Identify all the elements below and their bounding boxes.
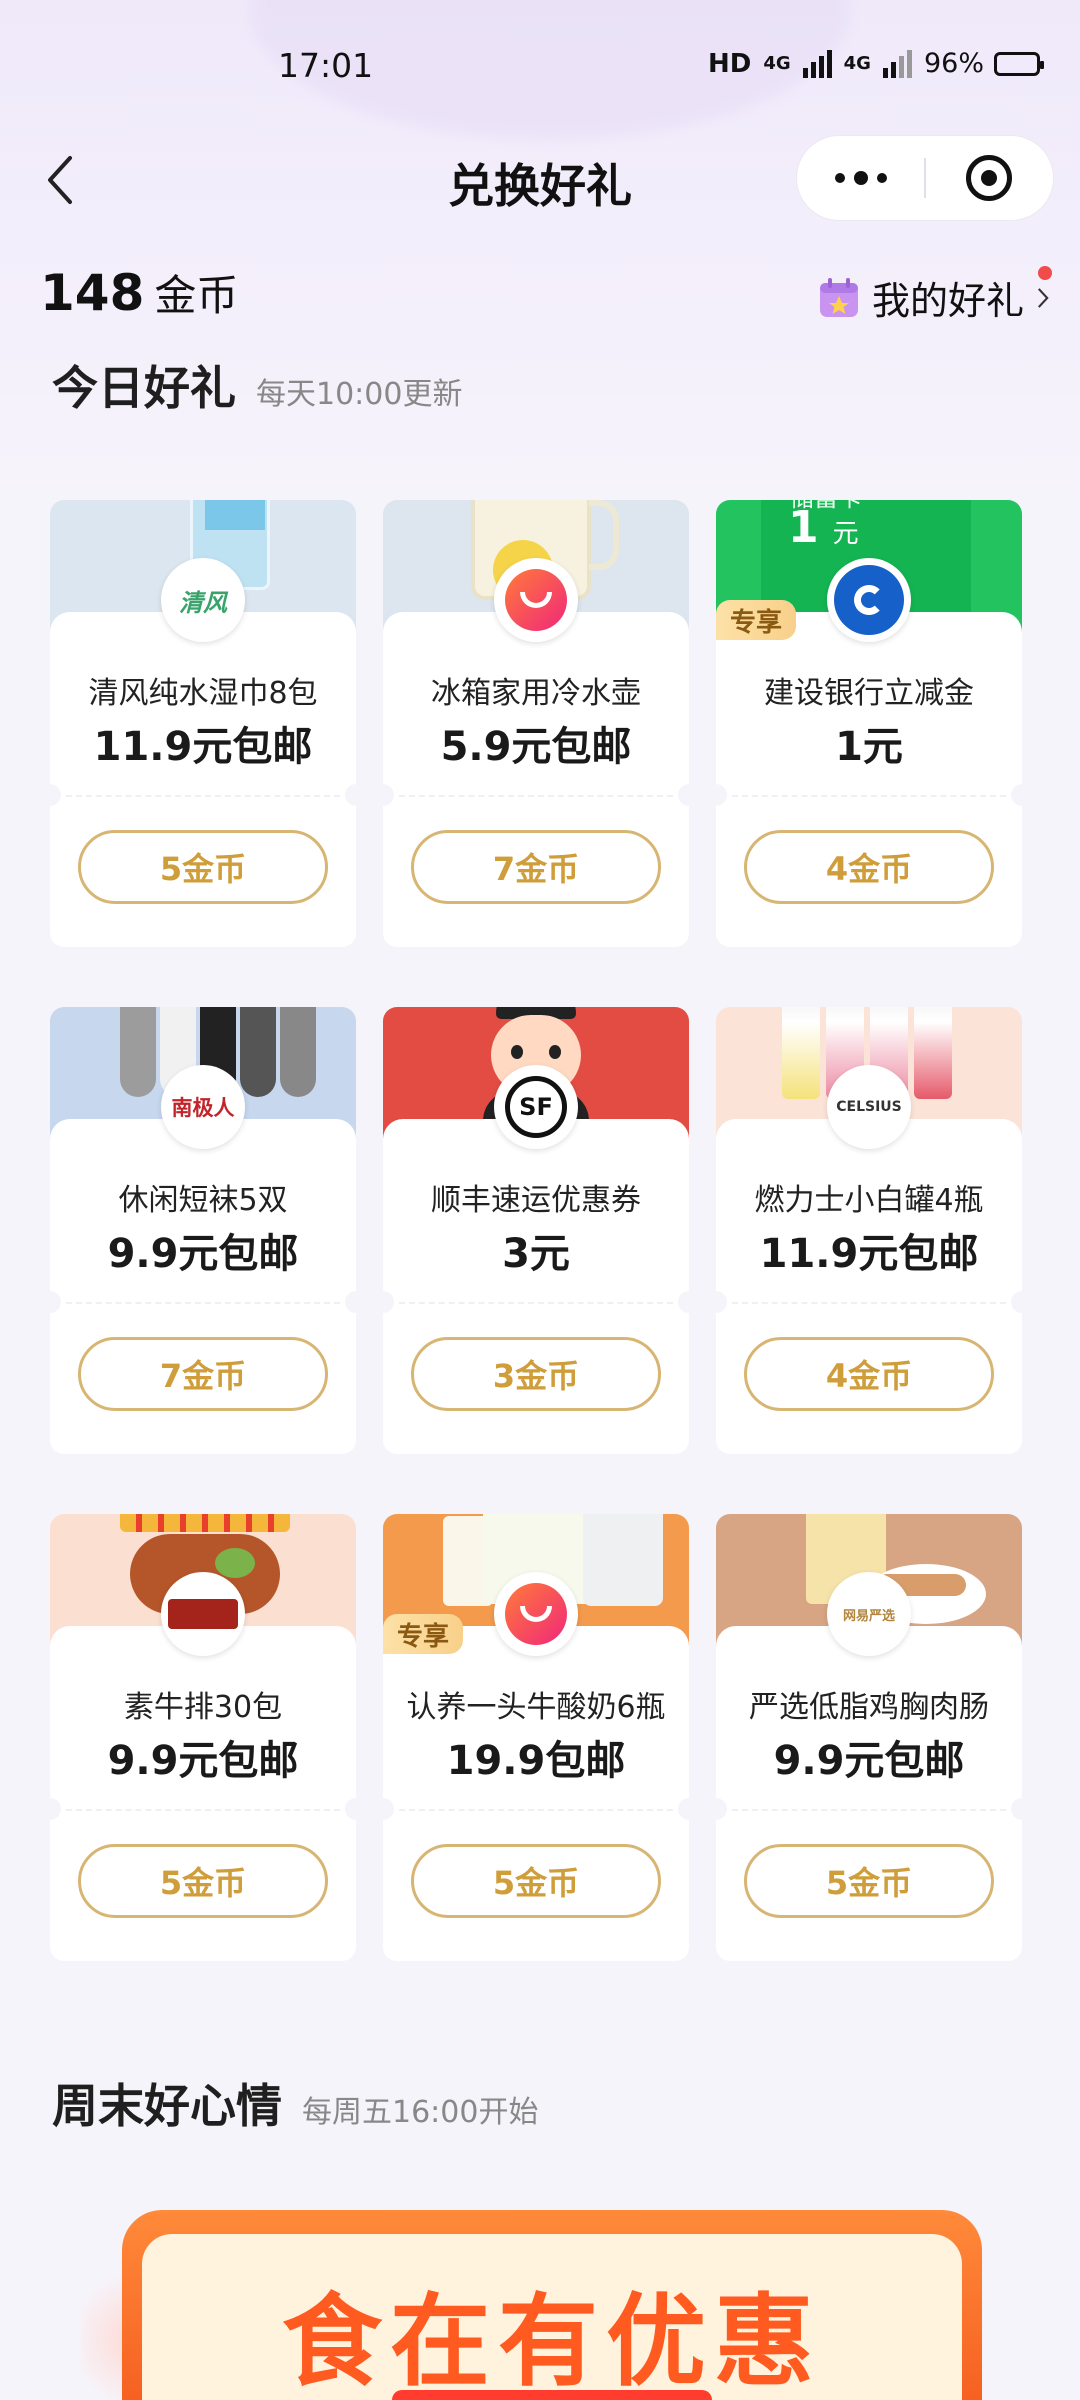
gift-price: 11.9元包邮 bbox=[759, 1231, 979, 1277]
card-divider bbox=[732, 1302, 1006, 1304]
sf-logo: SF bbox=[494, 1065, 578, 1149]
redeem-button[interactable]: 5金币 bbox=[78, 830, 328, 904]
gift-price: 5.9元包邮 bbox=[440, 724, 632, 770]
card-unit: 元 bbox=[832, 519, 859, 549]
gift-price: 11.9元包邮 bbox=[93, 724, 313, 770]
chevron-right-icon bbox=[1038, 287, 1049, 308]
coin-count: 148 bbox=[40, 264, 145, 322]
coin-balance: 148 金币 bbox=[40, 262, 238, 323]
battery-indicator: 96% bbox=[923, 48, 1044, 79]
gift-card[interactable]: 南极人 休闲短袜5双 9.9元包邮 7金币 bbox=[50, 1007, 356, 1454]
gift-grid: 清风 清风纯水湿巾8包 11.9元包邮 5金币 冰箱家用冷水壶 5.9元包邮 7… bbox=[50, 500, 1025, 1961]
card-divider bbox=[66, 1809, 340, 1811]
gift-card[interactable]: 素牛排30包 9.9元包邮 5金币 bbox=[50, 1514, 356, 1961]
gift-price: 9.9元包邮 bbox=[107, 1738, 299, 1784]
status-time: 17:01 bbox=[278, 46, 374, 85]
coin-unit: 金币 bbox=[154, 271, 239, 320]
card-divider bbox=[399, 1809, 673, 1811]
miniapp-capsule bbox=[796, 135, 1054, 221]
exclusive-tag: 专享 bbox=[716, 600, 797, 640]
weekend-promo-banner[interactable]: 食在有优惠 bbox=[122, 2210, 982, 2400]
gift-card[interactable]: 储蓄卡 1 元 专享 建设银行立减金 1元 4金币 bbox=[716, 500, 1022, 947]
card-divider bbox=[399, 795, 673, 797]
battery-percent: 96% bbox=[923, 48, 984, 79]
redeem-button[interactable]: 4金币 bbox=[744, 1337, 994, 1411]
gift-price: 9.9元包邮 bbox=[107, 1231, 299, 1277]
status-indicators: HD 4G 4G 96% bbox=[708, 48, 1044, 79]
gift-price: 9.9元包邮 bbox=[773, 1738, 965, 1784]
redeem-button[interactable]: 7金币 bbox=[78, 1337, 328, 1411]
weekend-section-header: 周末好心情 每周五16:00开始 bbox=[52, 2070, 538, 2136]
banner-headline: 食在有优惠 bbox=[282, 2283, 822, 2400]
taote-logo bbox=[494, 558, 578, 642]
card-divider bbox=[66, 795, 340, 797]
network-4g-label-2: 4G bbox=[843, 53, 871, 74]
redeem-button[interactable]: 7金币 bbox=[411, 830, 661, 904]
card-divider bbox=[732, 1809, 1006, 1811]
gift-price: 1元 bbox=[835, 724, 903, 770]
gift-name: 清风纯水湿巾8包 bbox=[88, 676, 318, 711]
redeem-button[interactable]: 5金币 bbox=[411, 1844, 661, 1918]
gift-name: 认养一头牛酸奶6瓶 bbox=[406, 1690, 666, 1725]
card-divider bbox=[399, 1302, 673, 1304]
redeem-button[interactable]: 3金币 bbox=[411, 1337, 661, 1411]
card-divider bbox=[732, 795, 1006, 797]
taote-logo bbox=[494, 1572, 578, 1656]
redeem-button[interactable]: 4金币 bbox=[744, 830, 994, 904]
my-gifts-label: 我的好礼 bbox=[871, 279, 1024, 323]
gift-card[interactable]: 专享 认养一头牛酸奶6瓶 19.9包邮 5金币 bbox=[383, 1514, 689, 1961]
today-section-header: 今日好礼 每天10:00更新 bbox=[52, 352, 462, 418]
signal-icon-2 bbox=[882, 49, 912, 78]
ccb-logo bbox=[827, 558, 911, 642]
today-title: 今日好礼 bbox=[52, 361, 236, 415]
nanjiren-logo: 南极人 bbox=[161, 1065, 245, 1149]
notification-dot bbox=[1038, 266, 1052, 280]
gift-price: 19.9包邮 bbox=[446, 1738, 626, 1784]
gift-name: 燃力士小白罐4瓶 bbox=[754, 1183, 984, 1218]
gift-name: 素牛排30包 bbox=[123, 1690, 283, 1725]
gift-card[interactable]: 网易严选 严选低脂鸡胸肉肠 9.9元包邮 5金币 bbox=[716, 1514, 1022, 1961]
weekend-subtitle: 每周五16:00开始 bbox=[302, 2095, 539, 2130]
hd-indicator: HD bbox=[708, 48, 752, 79]
exclusive-tag: 专享 bbox=[383, 1614, 464, 1654]
gift-card[interactable]: 清风 清风纯水湿巾8包 11.9元包邮 5金币 bbox=[50, 500, 356, 947]
network-4g-label: 4G bbox=[763, 53, 791, 74]
close-miniapp-icon[interactable] bbox=[926, 155, 1053, 201]
gift-name: 休闲短袜5双 bbox=[118, 1183, 288, 1218]
gift-card[interactable]: 冰箱家用冷水壶 5.9元包邮 7金币 bbox=[383, 500, 689, 947]
gift-name: 顺丰速运优惠券 bbox=[431, 1183, 641, 1218]
steak-brand-logo bbox=[161, 1572, 245, 1656]
countdown-ribbon bbox=[392, 2390, 712, 2400]
gift-card[interactable]: CELSIUS 燃力士小白罐4瓶 11.9元包邮 4金币 bbox=[716, 1007, 1022, 1454]
card-divider bbox=[66, 1302, 340, 1304]
card-amount: 1 bbox=[788, 502, 819, 553]
battery-icon bbox=[993, 51, 1044, 76]
gift-name: 建设银行立减金 bbox=[764, 676, 974, 711]
redeem-button[interactable]: 5金币 bbox=[78, 1844, 328, 1918]
gift-name: 严选低脂鸡胸肉肠 bbox=[749, 1690, 989, 1725]
weekend-title: 周末好心情 bbox=[52, 2079, 282, 2133]
netease-yanxuan-logo: 网易严选 bbox=[827, 1572, 911, 1656]
gift-calendar-icon bbox=[818, 277, 860, 319]
my-gifts-link[interactable]: 我的好礼 bbox=[818, 270, 1050, 325]
status-bar: 17:01 HD 4G 4G 96% bbox=[0, 46, 1080, 96]
celsius-logo: CELSIUS bbox=[827, 1065, 911, 1149]
today-subtitle: 每天10:00更新 bbox=[256, 377, 463, 412]
more-icon[interactable] bbox=[797, 171, 924, 185]
redeem-button[interactable]: 5金币 bbox=[744, 1844, 994, 1918]
gift-card[interactable]: SF 顺丰速运优惠券 3元 3金币 bbox=[383, 1007, 689, 1454]
gift-name: 冰箱家用冷水壶 bbox=[431, 676, 641, 711]
qingfeng-logo: 清风 bbox=[161, 558, 245, 642]
gift-price: 3元 bbox=[502, 1231, 570, 1277]
signal-icon bbox=[802, 49, 832, 78]
